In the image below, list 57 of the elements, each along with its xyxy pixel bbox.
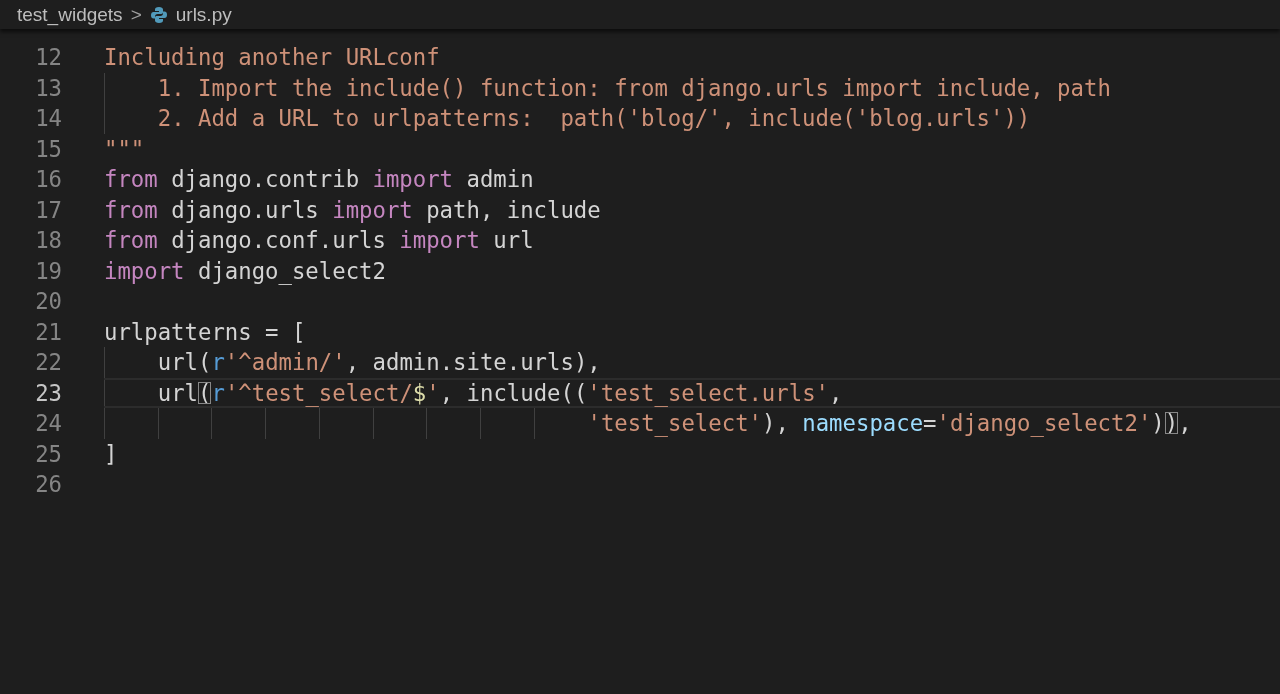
- code-text: r: [211, 351, 225, 374]
- code-text: , admin.site.urls),: [345, 351, 601, 374]
- code-text: django.contrib: [170, 168, 361, 191]
- line-number: 23: [34, 381, 62, 404]
- line-number: 12: [34, 46, 62, 69]
- code-text: admin: [465, 168, 534, 191]
- code-text: r: [211, 381, 225, 404]
- code-text: import: [104, 259, 185, 282]
- code-text: 2. Add a URL to urlpatterns: path('blog/', include('blog.urls')): [157, 107, 1031, 130]
- python-file-icon: [149, 5, 168, 24]
- line-number: 13: [34, 76, 62, 99]
- breadcrumb-item[interactable]: test_widgets: [17, 5, 123, 24]
- breadcrumb-item[interactable]: urls.py: [175, 5, 232, 24]
- line-number: 25: [34, 442, 62, 465]
- code-text: ': [426, 381, 440, 404]
- line-number: 18: [34, 229, 62, 252]
- code-text: , include((: [439, 381, 588, 404]
- code-text: from: [104, 229, 158, 252]
- line-number: 17: [34, 198, 62, 221]
- code-text: '^admin/': [224, 351, 346, 374]
- code-text: urlpatterns = [: [104, 320, 306, 343]
- code-text: django.urls: [170, 198, 320, 221]
- line-number: 22: [34, 351, 62, 374]
- code-text: url: [492, 229, 534, 252]
- line-number: 21: [34, 320, 62, 343]
- code-text: 1. Import the include() function: from django.urls import include, path: [157, 76, 1111, 99]
- code-text: import: [332, 198, 413, 221]
- code-text: 'django_select2': [936, 412, 1152, 435]
- breadcrumb-separator: >: [130, 5, 142, 24]
- code-text: """: [104, 137, 145, 160]
- matched-bracket: ): [1164, 412, 1179, 435]
- line-number: 26: [34, 473, 62, 496]
- matched-bracket: (: [198, 381, 212, 404]
- code-text: from: [104, 168, 158, 191]
- code-text: from: [104, 198, 158, 221]
- code-text: ): [1151, 412, 1165, 435]
- code-text: $: [412, 381, 427, 404]
- line-number: 16: [34, 168, 62, 191]
- line-number: 15: [34, 137, 62, 160]
- code-text: django.conf.urls: [170, 229, 387, 252]
- code-text: ,: [829, 381, 843, 404]
- line-number: 24: [34, 412, 62, 435]
- code-text: namespace: [802, 412, 924, 435]
- line-number: 20: [34, 290, 62, 313]
- code-text: url: [157, 381, 198, 404]
- code-text: import: [372, 168, 454, 191]
- line-number: 19: [34, 259, 62, 282]
- code-text: ),: [762, 412, 790, 435]
- code-text: Including another URLconf: [104, 46, 440, 69]
- code-text: url(: [157, 351, 212, 374]
- code-text: =: [923, 412, 937, 435]
- code-text: ]: [104, 442, 118, 465]
- code-text: 'test_select': [587, 412, 762, 435]
- line-number: 14: [34, 107, 62, 130]
- code-text: import: [399, 229, 480, 252]
- code-text: ,: [1178, 412, 1192, 435]
- code-text: path, include: [425, 198, 601, 221]
